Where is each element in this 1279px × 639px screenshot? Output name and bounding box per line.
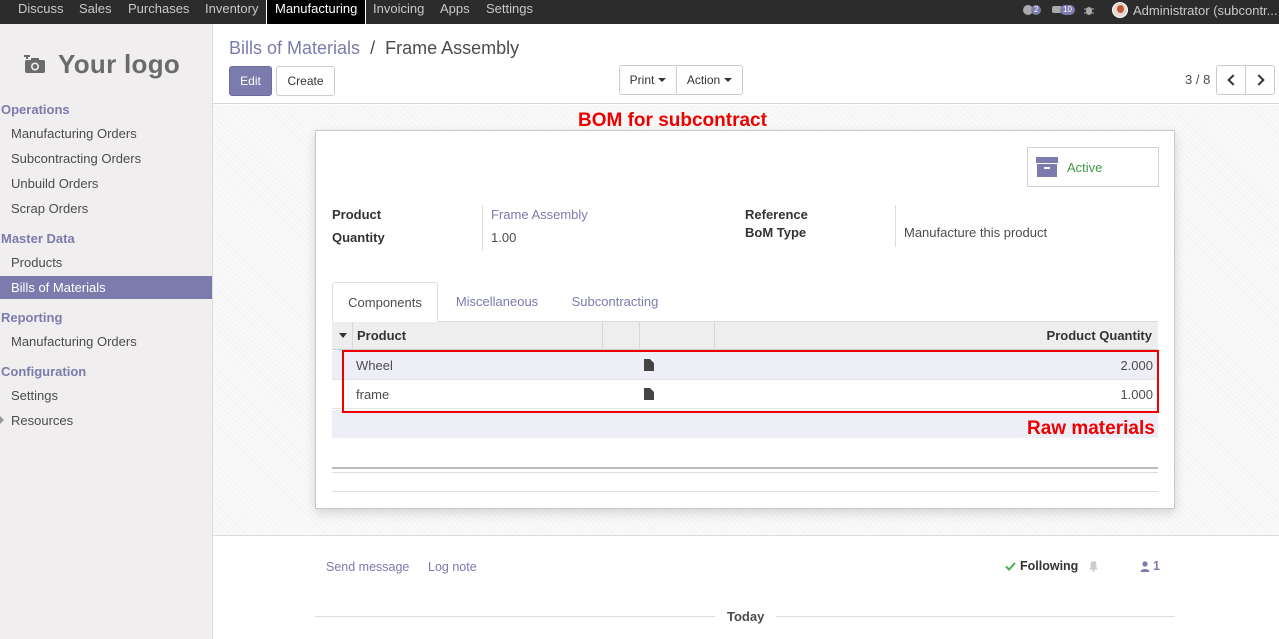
table-header: Product Product Quantity xyxy=(332,322,1158,350)
section-configuration: Configuration xyxy=(1,364,87,379)
action-label: Action xyxy=(686,73,721,87)
send-message-button[interactable]: Send message xyxy=(326,560,409,574)
field-separator xyxy=(895,205,896,247)
sidebar-item-manufacturing-orders[interactable]: Manufacturing Orders xyxy=(0,122,212,145)
sidebar-item-subcontracting-orders[interactable]: Subcontracting Orders xyxy=(0,147,212,170)
chevron-right-icon xyxy=(1252,74,1265,86)
activities-badge: 10 xyxy=(1060,5,1075,15)
chatter: Send message Log note Following 1 Today xyxy=(213,535,1279,639)
followers-button[interactable]: 1 xyxy=(1140,559,1160,573)
followers-count: 1 xyxy=(1153,559,1160,573)
caret-down-icon xyxy=(658,78,667,82)
section-operations: Operations xyxy=(1,102,70,117)
annotation-bom-subcontract: BOM for subcontract xyxy=(578,110,767,131)
tab-subcontracting[interactable]: Subcontracting xyxy=(560,282,670,322)
pager-value[interactable]: 3 / 8 xyxy=(1185,72,1210,87)
app-discuss[interactable]: Discuss xyxy=(18,0,64,24)
bom-type-label: BoM Type xyxy=(745,225,807,240)
print-dropdown[interactable]: Print xyxy=(619,65,677,95)
breadcrumb-parent[interactable]: Bills of Materials xyxy=(229,38,360,58)
log-note-button[interactable]: Log note xyxy=(428,560,477,574)
caret-right-icon xyxy=(0,416,4,424)
quantity-label: Quantity xyxy=(332,230,385,245)
control-panel: Bills of Materials / Frame Assembly Edit… xyxy=(213,24,1279,104)
product-field[interactable]: Frame Assembly xyxy=(491,207,588,222)
app-inventory[interactable]: Inventory xyxy=(205,0,258,24)
date-divider-label: Today xyxy=(715,609,777,624)
pager-next-button[interactable] xyxy=(1245,65,1275,95)
section-reporting: Reporting xyxy=(1,310,63,325)
user-menu[interactable]: Administrator (subcontr... xyxy=(1112,0,1278,20)
bug-icon xyxy=(1084,7,1094,15)
user-name: Administrator (subcontr... xyxy=(1133,2,1278,18)
archive-icon xyxy=(1036,157,1058,177)
sidebar-item-products[interactable]: Products xyxy=(0,251,212,274)
form-view-background: Active Product Frame Assembly Quantity 1… xyxy=(213,105,1279,535)
action-dropdown[interactable]: Action xyxy=(676,65,743,95)
debug-menu[interactable] xyxy=(1083,0,1095,20)
header-product[interactable]: Product xyxy=(357,322,406,350)
sidebar-item-unbuild-orders[interactable]: Unbuild Orders xyxy=(0,172,212,195)
pager-previous-button[interactable] xyxy=(1216,65,1246,95)
breadcrumb-current: Frame Assembly xyxy=(385,38,520,58)
print-label: Print xyxy=(629,73,655,87)
app-manufacturing[interactable]: Manufacturing xyxy=(266,0,367,24)
table-divider xyxy=(332,491,1158,492)
tab-components[interactable]: Components xyxy=(332,282,438,322)
messages-badge: 2 xyxy=(1031,5,1042,15)
reference-label: Reference xyxy=(745,207,808,222)
active-label: Active xyxy=(1067,159,1103,175)
breadcrumb-separator: / xyxy=(370,38,376,58)
sidebar-item-reporting-mo[interactable]: Manufacturing Orders xyxy=(0,330,212,353)
bom-type-field[interactable]: Manufacture this product xyxy=(904,225,1047,240)
annotation-raw-materials: Raw materials xyxy=(1027,418,1155,439)
notebook-tabs: Components Miscellaneous Subcontracting xyxy=(332,282,1158,322)
app-sales[interactable]: Sales xyxy=(79,0,112,24)
following-label: Following xyxy=(1020,559,1079,573)
product-label: Product xyxy=(332,207,382,222)
user-avatar xyxy=(1112,2,1128,18)
sidebar-item-resources[interactable]: Resources xyxy=(0,409,212,432)
app-settings[interactable]: Settings xyxy=(486,0,533,24)
section-master-data: Master Data xyxy=(1,231,75,246)
sidebar-item-resources-label: Resources xyxy=(11,413,74,428)
header-product-quantity[interactable]: Product Quantity xyxy=(1047,322,1152,350)
quantity-field[interactable]: 1.00 xyxy=(491,230,516,245)
sidebar-item-settings[interactable]: Settings xyxy=(0,384,212,407)
app-invoicing[interactable]: Invoicing xyxy=(373,0,424,24)
bell-icon xyxy=(1089,561,1099,572)
caret-down-icon[interactable] xyxy=(339,333,347,338)
camera-plus-icon xyxy=(24,55,45,73)
active-toggle-button[interactable]: Active xyxy=(1027,147,1159,187)
edit-button[interactable]: Edit xyxy=(229,66,272,96)
following-button[interactable]: Following xyxy=(1005,559,1099,573)
chevron-left-icon xyxy=(1226,74,1239,86)
logo-text: Your logo xyxy=(58,48,181,79)
company-logo: Your logo xyxy=(24,46,184,82)
activities-menu[interactable]: 10 xyxy=(1051,0,1075,20)
top-navbar: Discuss Sales Purchases Inventory Manufa… xyxy=(0,0,1279,24)
field-separator xyxy=(482,205,483,251)
form-sheet: Active Product Frame Assembly Quantity 1… xyxy=(315,130,1175,509)
breadcrumb: Bills of Materials / Frame Assembly xyxy=(229,38,519,59)
check-icon xyxy=(1005,561,1016,571)
table-divider xyxy=(332,467,1158,473)
app-purchases[interactable]: Purchases xyxy=(128,0,189,24)
sidebar: Your logo Operations Manufacturing Order… xyxy=(0,24,213,639)
annotation-highlight-box xyxy=(342,350,1159,413)
tab-miscellaneous[interactable]: Miscellaneous xyxy=(444,282,550,322)
caret-down-icon xyxy=(724,78,733,82)
messages-menu[interactable]: 2 xyxy=(1022,0,1042,20)
user-icon xyxy=(1140,560,1150,572)
create-button[interactable]: Create xyxy=(276,66,335,96)
app-apps[interactable]: Apps xyxy=(440,0,470,24)
sidebar-item-scrap-orders[interactable]: Scrap Orders xyxy=(0,197,212,220)
sidebar-item-bills-of-materials[interactable]: Bills of Materials xyxy=(0,276,212,299)
